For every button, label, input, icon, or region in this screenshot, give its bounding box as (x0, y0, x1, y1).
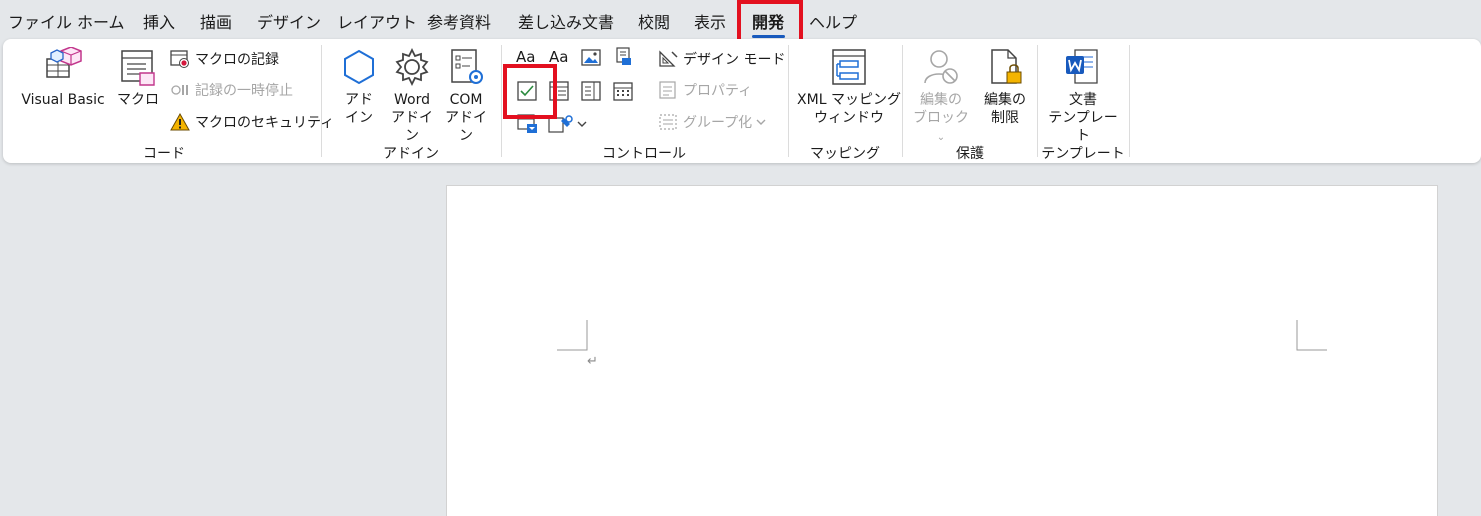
addin-hexagon-icon (344, 49, 374, 85)
block-authors-label-line2: ブロック (913, 110, 969, 126)
active-tab-indicator (752, 35, 785, 38)
group-label-protect: 保護 (956, 146, 984, 162)
legacy-tools-icon[interactable] (548, 114, 576, 134)
group-label-mapping: マッピング (810, 146, 880, 162)
building-block-control-icon[interactable] (613, 47, 633, 67)
group-button[interactable]: グループ化 (658, 112, 771, 132)
group-separator (1037, 45, 1038, 157)
record-macro-button[interactable]: マクロの記録 (170, 49, 279, 69)
restrict-editing-button[interactable]: 編集の 制限 (979, 47, 1031, 127)
word-addins-button[interactable]: Word アドイン (387, 47, 437, 145)
group-separator (788, 45, 789, 157)
tab-layout[interactable]: レイアウト (337, 9, 417, 33)
document-page[interactable]: ↵ (446, 185, 1438, 516)
macro-security-button[interactable]: マクロのセキュリティ (170, 112, 334, 132)
macro-button[interactable]: マクロ (116, 47, 160, 109)
group-label-addins: アドイン (383, 146, 439, 162)
group-label-templates: テンプレート (1041, 146, 1125, 162)
tab-design[interactable]: デザイン (257, 9, 321, 33)
pause-recording-button[interactable]: 記録の一時停止 (170, 80, 293, 100)
xml-mapping-label-line1: XML マッピング (797, 92, 901, 108)
design-mode-label: デザイン モード (683, 52, 786, 68)
group-separator (902, 45, 903, 157)
addins-label-line1: アド (345, 92, 373, 108)
chevron-down-icon: ⌄ (936, 132, 946, 143)
tab-help[interactable]: ヘルプ (809, 9, 857, 33)
group-label-code: コード (143, 146, 185, 162)
group-label: グループ化 (683, 115, 753, 131)
tab-view[interactable]: 表示 (694, 9, 726, 33)
block-authors-icon (924, 50, 958, 84)
group-icon (659, 114, 677, 130)
word-addins-label-line1: Word (394, 92, 430, 108)
word-addins-label-line2: アドイン (391, 110, 433, 144)
addins-button[interactable]: アド イン (338, 47, 380, 127)
rich-text-content-control-icon[interactable]: Aa (516, 48, 535, 66)
group-separator (321, 45, 322, 157)
tab-file[interactable]: ファイル (8, 9, 72, 33)
document-template-label-line2: テンプレート (1048, 110, 1118, 144)
macro-label: マクロ (117, 92, 159, 108)
word-document-icon (1066, 49, 1098, 84)
visual-basic-icon (46, 47, 82, 78)
com-addins-label-line1: COM (449, 92, 483, 108)
xml-mapping-label-line2: ウィンドウ (814, 110, 884, 126)
chevron-down-icon (756, 119, 766, 125)
tab-developer[interactable]: 開発 (752, 9, 784, 33)
dropdown-list-content-control-icon[interactable] (581, 81, 601, 101)
check-box-content-control-icon[interactable] (517, 81, 537, 101)
record-macro-icon (170, 50, 189, 68)
margin-corner-mark-right (1296, 320, 1327, 351)
warning-icon (170, 113, 190, 131)
picture-content-control-icon[interactable] (581, 49, 601, 67)
xml-mapping-icon (832, 49, 866, 85)
document-template-label-line1: 文書 (1069, 92, 1097, 108)
block-authors-label-line1: 編集の (920, 92, 962, 108)
macro-icon (121, 50, 155, 86)
macro-security-label: マクロのセキュリティ (195, 115, 335, 131)
record-macro-label: マクロの記録 (195, 52, 279, 68)
design-mode-icon (659, 50, 678, 67)
tab-mailings[interactable]: 差し込み文書 (518, 9, 614, 33)
group-separator (1129, 45, 1130, 157)
group-label-controls: コントロール (602, 146, 686, 162)
plain-text-content-control-icon[interactable]: Aa (549, 48, 568, 66)
combo-box-content-control-icon[interactable] (549, 81, 569, 101)
tab-home[interactable]: ホーム (77, 9, 125, 33)
tab-review[interactable]: 校閲 (638, 9, 670, 33)
document-template-button[interactable]: 文書 テンプレート (1045, 47, 1121, 145)
addins-label-line2: イン (345, 110, 373, 126)
margin-corner-mark-left (557, 320, 588, 351)
gear-icon (395, 47, 429, 87)
date-picker-content-control-icon[interactable] (613, 81, 633, 101)
design-mode-button[interactable]: デザイン モード (658, 49, 785, 69)
visual-basic-button[interactable]: Visual Basic (19, 47, 107, 109)
properties-icon (659, 81, 676, 99)
tab-references[interactable]: 参考資料 (427, 9, 491, 33)
restrict-editing-icon (991, 49, 1022, 84)
restrict-editing-label-line2: 制限 (991, 110, 1019, 126)
com-addins-button[interactable]: COM アドイン (441, 47, 491, 145)
ribbon-panel: Visual Basic マクロ マクロの記録 記録の一時停止 マクロのセキュリ… (3, 39, 1481, 163)
restrict-editing-label-line1: 編集の (984, 92, 1026, 108)
tab-insert[interactable]: 挿入 (143, 9, 175, 33)
xml-mapping-pane-button[interactable]: XML マッピング ウィンドウ (797, 47, 901, 127)
paragraph-mark: ↵ (587, 354, 598, 369)
chevron-down-icon[interactable] (577, 119, 587, 129)
visual-basic-label: Visual Basic (21, 92, 105, 108)
block-authors-button[interactable]: 編集の ブロック ⌄ (909, 47, 973, 147)
properties-label: プロパティ (683, 83, 753, 99)
ribbon-tab-bar: ファイル ホーム 挿入 描画 デザイン レイアウト 参考資料 差し込み文書 校閲… (0, 0, 1481, 40)
pause-recording-label: 記録の一時停止 (195, 83, 293, 99)
com-addin-icon (451, 49, 483, 84)
pause-icon (171, 85, 188, 95)
legacy-forms-icon[interactable] (517, 114, 539, 134)
properties-button[interactable]: プロパティ (658, 80, 752, 100)
group-separator (501, 45, 502, 157)
tab-draw[interactable]: 描画 (200, 9, 232, 33)
com-addins-label-line2: アドイン (445, 110, 487, 144)
